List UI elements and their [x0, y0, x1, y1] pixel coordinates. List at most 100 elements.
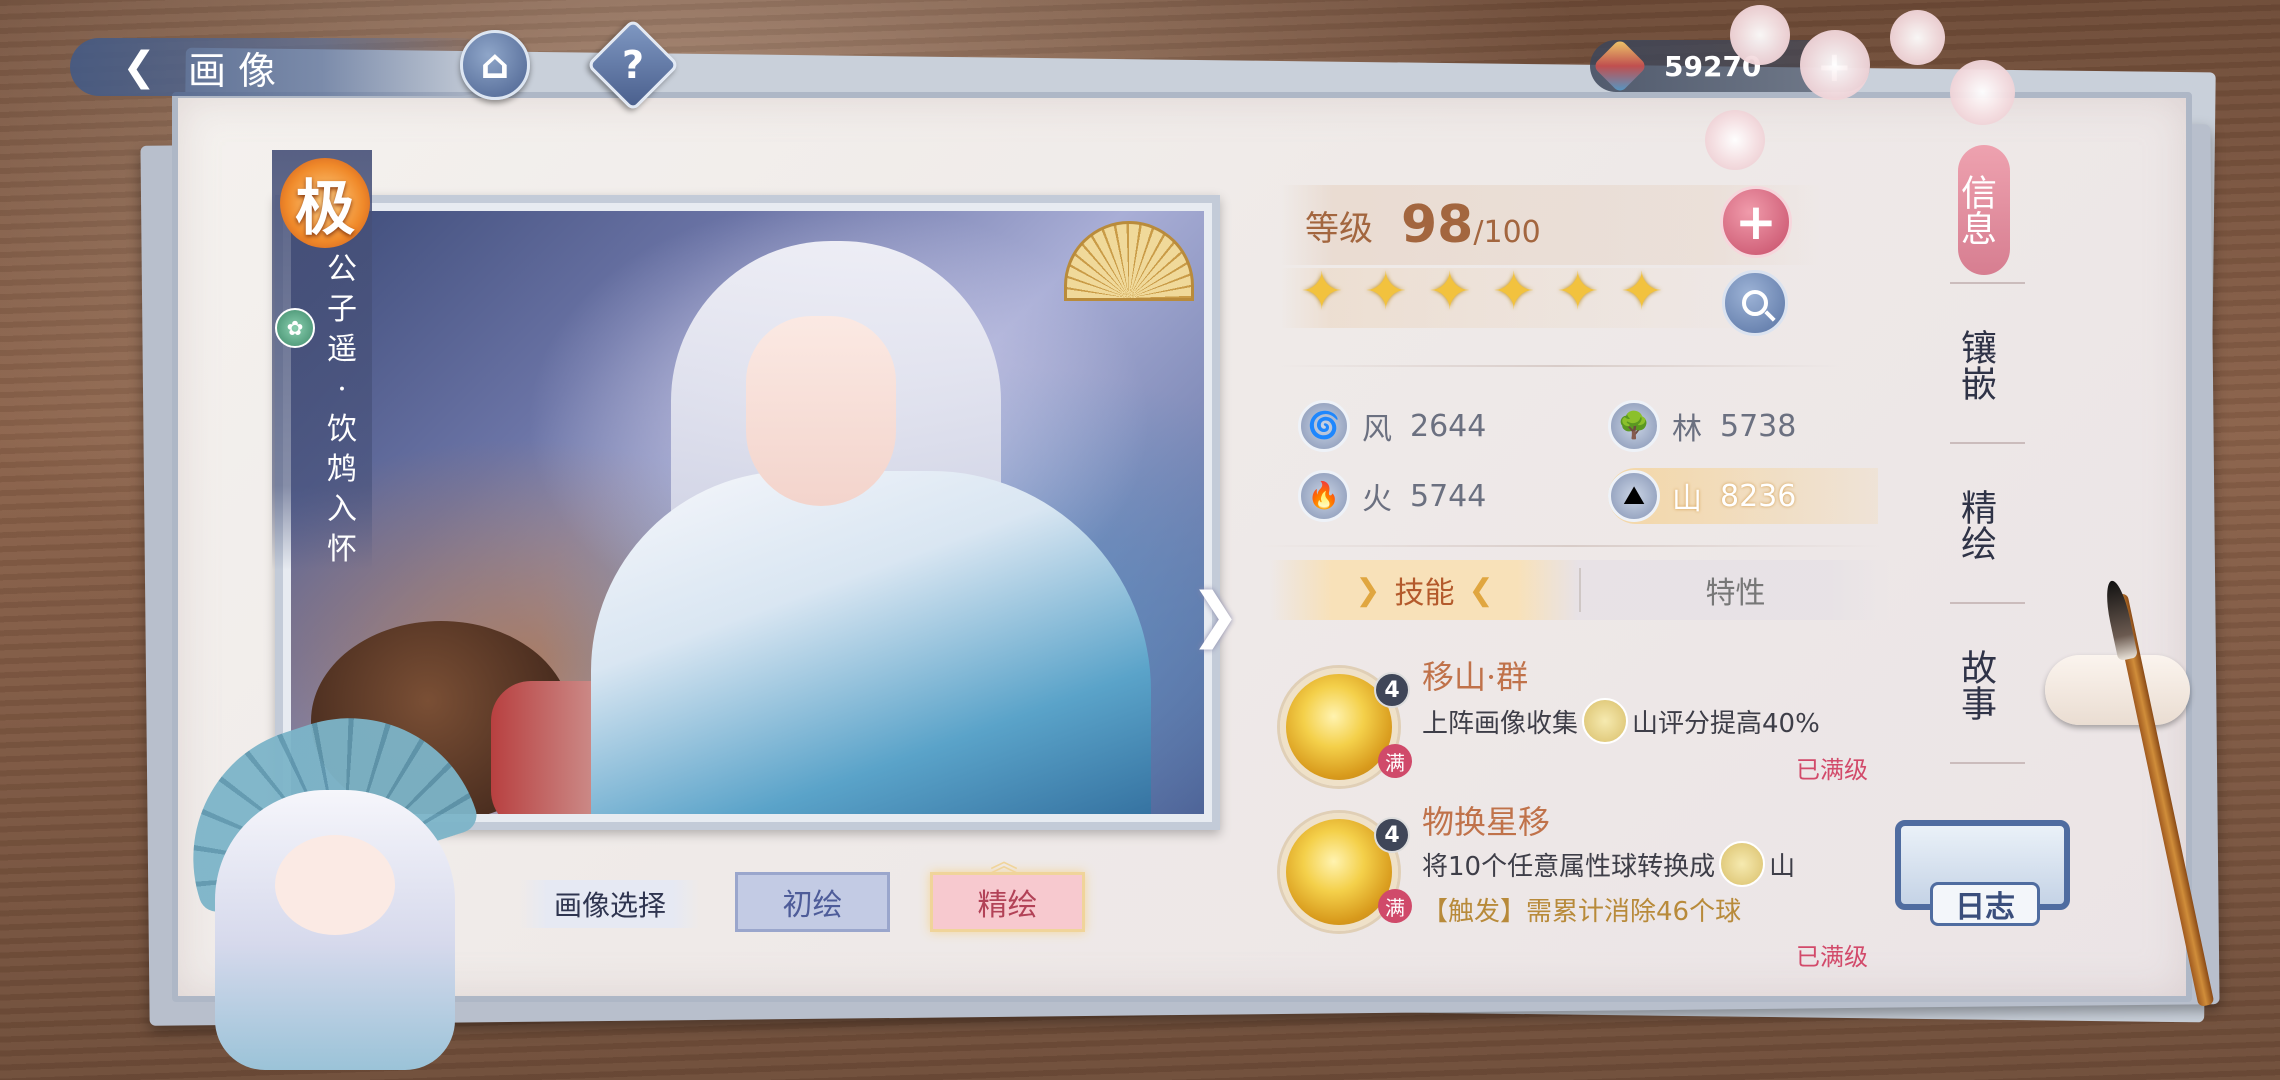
- wind-icon: 🌀: [1298, 400, 1350, 452]
- inspect-button[interactable]: [1722, 270, 1788, 336]
- fine-draft-button[interactable]: 精绘: [930, 872, 1085, 932]
- home-button[interactable]: ⌂: [460, 30, 530, 100]
- side-nav-story[interactable]: 故事: [1930, 610, 2020, 760]
- stat-value: 2644: [1410, 408, 1487, 444]
- star-icon: ✦: [1364, 262, 1408, 322]
- tab-arrow-icon: ❮: [1468, 572, 1494, 608]
- side-nav-info[interactable]: 信息: [1930, 135, 2020, 285]
- side-nav-label: 信息: [1955, 174, 1996, 246]
- blossom-decoration: [1950, 60, 2015, 125]
- journal-label: 日志: [1930, 882, 2040, 926]
- help-icon: ?: [621, 42, 645, 87]
- portrait-figure-robe: [591, 471, 1151, 814]
- portrait-select-label: 画像选择: [520, 880, 700, 928]
- tab-trait[interactable]: 特性: [1581, 560, 1890, 620]
- fan-icon: [1064, 221, 1194, 301]
- mountain-icon: ⛰: [1608, 470, 1660, 522]
- skill-name: 移山·群: [1422, 658, 1529, 696]
- skill-level-badge: 4: [1374, 817, 1410, 853]
- name-char: ·: [337, 372, 347, 407]
- side-nav-divider: [1950, 602, 2025, 604]
- side-nav-label: 镶嵌: [1955, 329, 1996, 401]
- blossom-decoration: [1800, 30, 1870, 100]
- back-icon[interactable]: ❮: [110, 38, 168, 96]
- tab-skill-label: 技能: [1394, 576, 1455, 611]
- page-title: 画像: [188, 48, 289, 93]
- stat-mountain: ⛰ 山 8236: [1608, 468, 1878, 524]
- star-icon: ✦: [1300, 262, 1344, 322]
- mountain-orb-icon: [1582, 698, 1629, 744]
- tab-arrow-icon: ❯: [1355, 572, 1381, 608]
- name-char: 遥: [327, 332, 357, 367]
- skill-desc-text: 山: [1769, 851, 1796, 882]
- skill-desc-text: 将10个任意属性球转换成: [1422, 851, 1716, 882]
- skill-trigger: 【触发】需累计消除46个球: [1422, 897, 1742, 927]
- skill-desc: 上阵画像收集 山评分提高40%: [1422, 698, 1820, 744]
- character-name: 公 子 遥 · 饮 鸩 入 怀: [322, 250, 362, 570]
- skill-desc: 将10个任意属性球转换成 山: [1422, 841, 1795, 887]
- skill-card[interactable]: 4 满 物换星移 将10个任意属性球转换成 山 【触发】需累计消除46个球 已满…: [1270, 795, 1870, 975]
- name-char: 入: [327, 492, 357, 527]
- skill-max-badge: 满: [1378, 889, 1412, 923]
- skill-status: 已满级: [1796, 756, 1868, 784]
- divider: [1260, 545, 1880, 547]
- side-nav-divider: [1950, 442, 2025, 444]
- character-portrait-frame[interactable]: [275, 195, 1220, 830]
- level-value: 98: [1401, 195, 1474, 255]
- skill-card[interactable]: 4 满 移山·群 上阵画像收集 山评分提高40% 已满级: [1270, 650, 1870, 790]
- brush-rest-decoration: [2045, 655, 2190, 725]
- blossom-decoration: [1730, 5, 1790, 65]
- stat-value: 5738: [1720, 408, 1797, 444]
- first-draft-button[interactable]: 初绘: [735, 872, 890, 932]
- gem-icon: [1592, 38, 1648, 94]
- stat-forest: 🌳 林 5738: [1608, 398, 1796, 454]
- side-nav-inlay[interactable]: 镶嵌: [1930, 290, 2020, 440]
- star-icon: ✦: [1492, 262, 1536, 322]
- stat-value: 5744: [1410, 478, 1487, 514]
- chibi-face: [275, 835, 395, 935]
- side-nav-label: 精绘: [1955, 489, 1996, 561]
- wind-attribute-icon: ✿: [275, 308, 315, 348]
- name-char: 鸩: [327, 452, 357, 487]
- stat-name: 风: [1362, 412, 1392, 447]
- tab-skill[interactable]: ❯ 技能 ❮: [1270, 560, 1579, 620]
- search-icon: [1742, 290, 1768, 316]
- stat-name: 火: [1362, 482, 1392, 517]
- stat-fire: 🔥 火 5744: [1298, 468, 1486, 524]
- pavilion-icon: ⌂: [480, 42, 510, 88]
- divider: [1280, 365, 1840, 367]
- skill-max-badge: 满: [1378, 744, 1412, 778]
- blossom-decoration: [1890, 10, 1945, 65]
- skill-status: 已满级: [1796, 943, 1868, 971]
- journal-button[interactable]: 日志: [1895, 820, 2070, 930]
- star-icon: ✦: [1428, 262, 1472, 322]
- star-rating: ✦ ✦ ✦ ✦ ✦ ✦: [1300, 262, 1668, 322]
- skill-desc-text: 山评分提高40%: [1632, 708, 1820, 739]
- next-arrow-icon[interactable]: ❯: [1190, 580, 1240, 650]
- portrait-figure-face: [746, 316, 896, 506]
- character-portrait: [291, 211, 1204, 814]
- rank-badge: 极: [280, 158, 370, 248]
- side-nav-divider: [1950, 762, 2025, 764]
- skill-level-badge: 4: [1374, 672, 1410, 708]
- stat-value: 8236: [1720, 478, 1797, 514]
- blossom-decoration: [1705, 110, 1765, 170]
- level-up-button[interactable]: +: [1720, 186, 1792, 258]
- skill-name: 物换星移: [1422, 803, 1551, 841]
- side-nav-fine-draw[interactable]: 精绘: [1930, 450, 2020, 600]
- name-char: 公: [327, 252, 357, 287]
- plus-icon: +: [1735, 193, 1777, 251]
- name-char: 怀: [327, 532, 357, 567]
- level-max: /100: [1473, 214, 1541, 250]
- side-nav-divider: [1950, 282, 2025, 284]
- stat-name: 林: [1672, 412, 1702, 447]
- level-label: 等级: [1305, 208, 1373, 249]
- mountain-orb-icon: [1719, 841, 1766, 887]
- stat-wind: 🌀 风 2644: [1298, 398, 1486, 454]
- name-char: 子: [327, 292, 357, 327]
- title-bar: ❮ 画像: [70, 38, 490, 96]
- fire-icon: 🔥: [1298, 470, 1350, 522]
- star-icon: ✦: [1620, 262, 1664, 322]
- info-tabs: ❯ 技能 ❮ 特性: [1270, 560, 1890, 620]
- star-icon: ✦: [1556, 262, 1600, 322]
